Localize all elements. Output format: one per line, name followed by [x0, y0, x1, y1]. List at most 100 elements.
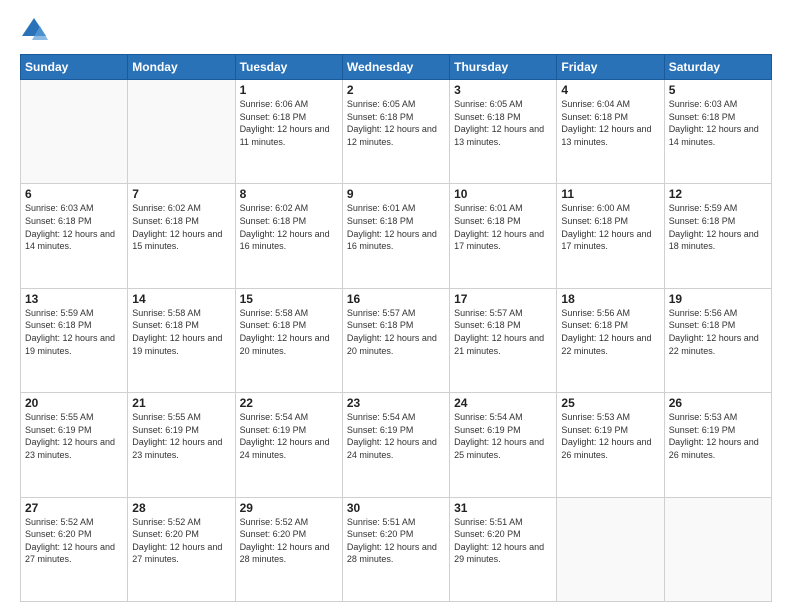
day-number: 18: [561, 292, 659, 306]
day-number: 25: [561, 396, 659, 410]
day-info: Sunrise: 5:55 AM Sunset: 6:19 PM Dayligh…: [25, 411, 123, 461]
calendar-week-5: 27Sunrise: 5:52 AM Sunset: 6:20 PM Dayli…: [21, 497, 772, 601]
calendar-cell: [21, 80, 128, 184]
calendar-cell: 12Sunrise: 5:59 AM Sunset: 6:18 PM Dayli…: [664, 184, 771, 288]
day-number: 22: [240, 396, 338, 410]
day-number: 10: [454, 187, 552, 201]
calendar-cell: 19Sunrise: 5:56 AM Sunset: 6:18 PM Dayli…: [664, 288, 771, 392]
day-info: Sunrise: 6:05 AM Sunset: 6:18 PM Dayligh…: [347, 98, 445, 148]
calendar-cell: 13Sunrise: 5:59 AM Sunset: 6:18 PM Dayli…: [21, 288, 128, 392]
weekday-header-saturday: Saturday: [664, 55, 771, 80]
calendar-cell: 18Sunrise: 5:56 AM Sunset: 6:18 PM Dayli…: [557, 288, 664, 392]
calendar-cell: 8Sunrise: 6:02 AM Sunset: 6:18 PM Daylig…: [235, 184, 342, 288]
day-info: Sunrise: 5:57 AM Sunset: 6:18 PM Dayligh…: [454, 307, 552, 357]
day-number: 17: [454, 292, 552, 306]
calendar-week-1: 1Sunrise: 6:06 AM Sunset: 6:18 PM Daylig…: [21, 80, 772, 184]
day-number: 9: [347, 187, 445, 201]
calendar-cell: 17Sunrise: 5:57 AM Sunset: 6:18 PM Dayli…: [450, 288, 557, 392]
calendar-table: SundayMondayTuesdayWednesdayThursdayFrid…: [20, 54, 772, 602]
calendar-week-3: 13Sunrise: 5:59 AM Sunset: 6:18 PM Dayli…: [21, 288, 772, 392]
day-number: 7: [132, 187, 230, 201]
day-number: 3: [454, 83, 552, 97]
day-info: Sunrise: 5:52 AM Sunset: 6:20 PM Dayligh…: [132, 516, 230, 566]
day-number: 2: [347, 83, 445, 97]
calendar-cell: 14Sunrise: 5:58 AM Sunset: 6:18 PM Dayli…: [128, 288, 235, 392]
day-number: 31: [454, 501, 552, 515]
day-info: Sunrise: 6:03 AM Sunset: 6:18 PM Dayligh…: [669, 98, 767, 148]
day-info: Sunrise: 5:59 AM Sunset: 6:18 PM Dayligh…: [669, 202, 767, 252]
header: [20, 16, 772, 44]
calendar-cell: 10Sunrise: 6:01 AM Sunset: 6:18 PM Dayli…: [450, 184, 557, 288]
calendar-cell: 4Sunrise: 6:04 AM Sunset: 6:18 PM Daylig…: [557, 80, 664, 184]
day-info: Sunrise: 5:59 AM Sunset: 6:18 PM Dayligh…: [25, 307, 123, 357]
day-info: Sunrise: 5:58 AM Sunset: 6:18 PM Dayligh…: [240, 307, 338, 357]
day-info: Sunrise: 5:52 AM Sunset: 6:20 PM Dayligh…: [240, 516, 338, 566]
calendar-cell: 30Sunrise: 5:51 AM Sunset: 6:20 PM Dayli…: [342, 497, 449, 601]
calendar-cell: 31Sunrise: 5:51 AM Sunset: 6:20 PM Dayli…: [450, 497, 557, 601]
day-info: Sunrise: 6:05 AM Sunset: 6:18 PM Dayligh…: [454, 98, 552, 148]
weekday-header-wednesday: Wednesday: [342, 55, 449, 80]
calendar-cell: 25Sunrise: 5:53 AM Sunset: 6:19 PM Dayli…: [557, 393, 664, 497]
day-number: 6: [25, 187, 123, 201]
calendar-cell: 20Sunrise: 5:55 AM Sunset: 6:19 PM Dayli…: [21, 393, 128, 497]
calendar-week-2: 6Sunrise: 6:03 AM Sunset: 6:18 PM Daylig…: [21, 184, 772, 288]
day-number: 24: [454, 396, 552, 410]
day-info: Sunrise: 5:53 AM Sunset: 6:19 PM Dayligh…: [561, 411, 659, 461]
calendar-week-4: 20Sunrise: 5:55 AM Sunset: 6:19 PM Dayli…: [21, 393, 772, 497]
calendar-cell: [128, 80, 235, 184]
day-number: 19: [669, 292, 767, 306]
calendar-cell: 15Sunrise: 5:58 AM Sunset: 6:18 PM Dayli…: [235, 288, 342, 392]
day-number: 23: [347, 396, 445, 410]
day-number: 5: [669, 83, 767, 97]
calendar-cell: 1Sunrise: 6:06 AM Sunset: 6:18 PM Daylig…: [235, 80, 342, 184]
day-info: Sunrise: 5:57 AM Sunset: 6:18 PM Dayligh…: [347, 307, 445, 357]
day-info: Sunrise: 6:02 AM Sunset: 6:18 PM Dayligh…: [240, 202, 338, 252]
calendar-cell: 26Sunrise: 5:53 AM Sunset: 6:19 PM Dayli…: [664, 393, 771, 497]
day-info: Sunrise: 5:56 AM Sunset: 6:18 PM Dayligh…: [561, 307, 659, 357]
day-info: Sunrise: 6:04 AM Sunset: 6:18 PM Dayligh…: [561, 98, 659, 148]
day-number: 27: [25, 501, 123, 515]
day-info: Sunrise: 5:58 AM Sunset: 6:18 PM Dayligh…: [132, 307, 230, 357]
day-info: Sunrise: 5:51 AM Sunset: 6:20 PM Dayligh…: [454, 516, 552, 566]
day-number: 21: [132, 396, 230, 410]
day-info: Sunrise: 6:00 AM Sunset: 6:18 PM Dayligh…: [561, 202, 659, 252]
day-number: 11: [561, 187, 659, 201]
day-info: Sunrise: 6:02 AM Sunset: 6:18 PM Dayligh…: [132, 202, 230, 252]
day-number: 4: [561, 83, 659, 97]
day-info: Sunrise: 6:06 AM Sunset: 6:18 PM Dayligh…: [240, 98, 338, 148]
calendar-cell: 29Sunrise: 5:52 AM Sunset: 6:20 PM Dayli…: [235, 497, 342, 601]
day-number: 1: [240, 83, 338, 97]
day-number: 15: [240, 292, 338, 306]
calendar-cell: [664, 497, 771, 601]
day-info: Sunrise: 5:55 AM Sunset: 6:19 PM Dayligh…: [132, 411, 230, 461]
day-info: Sunrise: 5:56 AM Sunset: 6:18 PM Dayligh…: [669, 307, 767, 357]
calendar-cell: 16Sunrise: 5:57 AM Sunset: 6:18 PM Dayli…: [342, 288, 449, 392]
calendar-cell: 6Sunrise: 6:03 AM Sunset: 6:18 PM Daylig…: [21, 184, 128, 288]
day-number: 12: [669, 187, 767, 201]
calendar-cell: 2Sunrise: 6:05 AM Sunset: 6:18 PM Daylig…: [342, 80, 449, 184]
calendar-cell: 11Sunrise: 6:00 AM Sunset: 6:18 PM Dayli…: [557, 184, 664, 288]
day-info: Sunrise: 6:01 AM Sunset: 6:18 PM Dayligh…: [454, 202, 552, 252]
day-number: 14: [132, 292, 230, 306]
day-number: 29: [240, 501, 338, 515]
day-number: 26: [669, 396, 767, 410]
day-number: 16: [347, 292, 445, 306]
weekday-header-monday: Monday: [128, 55, 235, 80]
calendar-cell: [557, 497, 664, 601]
day-info: Sunrise: 5:54 AM Sunset: 6:19 PM Dayligh…: [347, 411, 445, 461]
day-number: 8: [240, 187, 338, 201]
day-info: Sunrise: 5:54 AM Sunset: 6:19 PM Dayligh…: [240, 411, 338, 461]
logo-icon: [20, 16, 48, 44]
weekday-header-friday: Friday: [557, 55, 664, 80]
calendar-cell: 28Sunrise: 5:52 AM Sunset: 6:20 PM Dayli…: [128, 497, 235, 601]
weekday-header-tuesday: Tuesday: [235, 55, 342, 80]
day-number: 20: [25, 396, 123, 410]
day-info: Sunrise: 5:54 AM Sunset: 6:19 PM Dayligh…: [454, 411, 552, 461]
day-info: Sunrise: 6:01 AM Sunset: 6:18 PM Dayligh…: [347, 202, 445, 252]
day-info: Sunrise: 6:03 AM Sunset: 6:18 PM Dayligh…: [25, 202, 123, 252]
day-info: Sunrise: 5:52 AM Sunset: 6:20 PM Dayligh…: [25, 516, 123, 566]
weekday-header-row: SundayMondayTuesdayWednesdayThursdayFrid…: [21, 55, 772, 80]
calendar-cell: 27Sunrise: 5:52 AM Sunset: 6:20 PM Dayli…: [21, 497, 128, 601]
calendar-cell: 3Sunrise: 6:05 AM Sunset: 6:18 PM Daylig…: [450, 80, 557, 184]
logo: [20, 16, 52, 44]
